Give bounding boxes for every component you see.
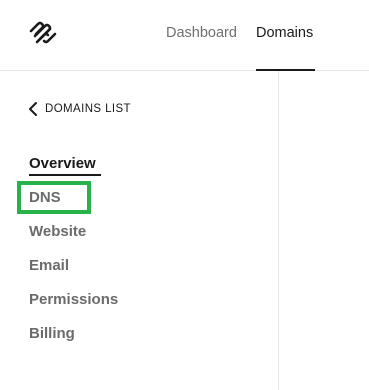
chevron-left-icon [29, 102, 37, 116]
sidebar-item-permissions[interactable]: Permissions [29, 291, 118, 309]
sidebar-item-billing[interactable]: Billing [29, 325, 75, 343]
page: Dashboard Domains DOMAINS LIST Overview … [0, 0, 369, 390]
squarespace-logo-icon[interactable] [28, 21, 58, 45]
dns-highlight-box [17, 181, 91, 214]
active-item-underline [29, 174, 101, 176]
top-navigation-bar: Dashboard Domains [0, 0, 369, 71]
back-to-domains-list-link[interactable]: DOMAINS LIST [28, 100, 131, 118]
sidebar-item-website[interactable]: Website [29, 223, 86, 241]
back-link-label: DOMAINS LIST [45, 103, 131, 115]
tab-dashboard[interactable]: Dashboard [166, 25, 237, 41]
sidebar-divider [278, 71, 279, 390]
tab-domains[interactable]: Domains [256, 25, 313, 41]
sidebar-item-overview[interactable]: Overview [29, 155, 96, 173]
active-tab-indicator [256, 69, 315, 71]
sidebar-item-email[interactable]: Email [29, 257, 69, 275]
